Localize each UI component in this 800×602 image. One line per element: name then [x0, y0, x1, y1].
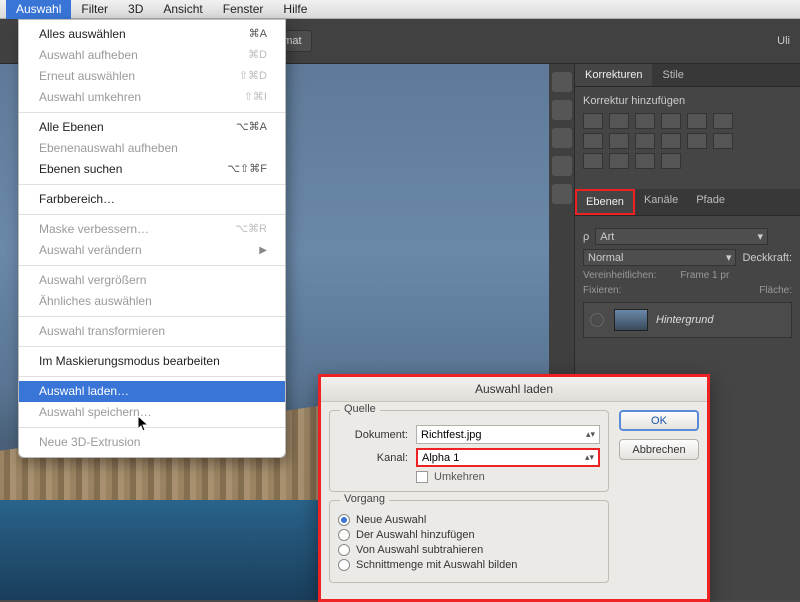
- adj-icon[interactable]: [609, 113, 629, 129]
- adj-icon[interactable]: [635, 113, 655, 129]
- menuitem-ebenen-suchen[interactable]: Ebenen suchen⌥⇧⌘F: [19, 159, 285, 180]
- tab-korrekturen[interactable]: Korrekturen: [575, 64, 652, 86]
- menuitem-auswahl-vergroessern: Auswahl vergrößern: [19, 270, 285, 291]
- adj-icon[interactable]: [583, 113, 603, 129]
- menuitem-alles-auswaehlen[interactable]: Alles auswählen⌘A: [19, 24, 285, 45]
- fieldset-quelle: Quelle Dokument: Richtfest.jpg▴▾ Kanal: …: [329, 410, 609, 492]
- layer-filter-select[interactable]: Art▾: [595, 228, 768, 245]
- menuitem-neue-3d-extrusion: Neue 3D-Extrusion: [19, 432, 285, 453]
- tab-kanaele[interactable]: Kanäle: [635, 189, 687, 215]
- username-label: Uli: [777, 35, 790, 47]
- menuitem-auswahl-laden[interactable]: Auswahl laden…: [19, 381, 285, 402]
- menu-auswahl[interactable]: Auswahl: [6, 0, 71, 19]
- corrections-body: Korrektur hinzufügen: [575, 87, 800, 181]
- menuitem-auswahl-speichern: Auswahl speichern…: [19, 402, 285, 423]
- adj-icon[interactable]: [661, 113, 681, 129]
- umkehren-checkbox[interactable]: Umkehren: [416, 471, 600, 483]
- corrections-tabs: Korrekturen Stile: [575, 64, 800, 87]
- vorgang-legend: Vorgang: [340, 493, 389, 505]
- radio-icon: [338, 544, 350, 556]
- dialog-title: Auswahl laden: [321, 377, 707, 402]
- menuitem-erneut-auswaehlen: Erneut auswählen⇧⌘D: [19, 66, 285, 87]
- adj-icon[interactable]: [713, 113, 733, 129]
- panel-icon[interactable]: [552, 100, 572, 120]
- adj-icon[interactable]: [687, 133, 707, 149]
- layer-thumbnail: [614, 309, 648, 331]
- adj-icon[interactable]: [635, 153, 655, 169]
- adj-icon[interactable]: [661, 133, 681, 149]
- unify-label: Vereinheitlichen:: [583, 270, 656, 281]
- fieldset-vorgang: Vorgang Neue Auswahl Der Auswahl hinzufü…: [329, 500, 609, 583]
- lock-label: Fixieren:: [583, 285, 621, 296]
- adj-icon[interactable]: [609, 133, 629, 149]
- menu-separator: [19, 184, 285, 185]
- dialog-auswahl-laden: Auswahl laden Quelle Dokument: Richtfest…: [318, 374, 710, 602]
- radio-schnittmenge[interactable]: Schnittmenge mit Auswahl bilden: [338, 559, 600, 571]
- menu-separator: [19, 346, 285, 347]
- checkbox-icon: [416, 471, 428, 483]
- menubar: Auswahl Filter 3D Ansicht Fenster Hilfe: [0, 0, 800, 19]
- ok-button[interactable]: OK: [619, 410, 699, 431]
- menuitem-auswahl-aufheben: Auswahl aufheben⌘D: [19, 45, 285, 66]
- blend-mode-select[interactable]: Normal▾: [583, 249, 736, 266]
- adj-icon[interactable]: [687, 113, 707, 129]
- menuitem-alle-ebenen[interactable]: Alle Ebenen⌥⌘A: [19, 117, 285, 138]
- menu-fenster[interactable]: Fenster: [213, 0, 274, 19]
- tab-stile[interactable]: Stile: [652, 64, 693, 86]
- cancel-button[interactable]: Abbrechen: [619, 439, 699, 460]
- menuitem-maskierungsmodus[interactable]: Im Maskierungsmodus bearbeiten: [19, 351, 285, 372]
- menuitem-auswahl-veraendern: Auswahl verändern▶: [19, 240, 285, 261]
- opacity-label: Deckkraft:: [742, 252, 792, 264]
- tab-ebenen[interactable]: Ebenen: [575, 189, 635, 215]
- quelle-legend: Quelle: [340, 403, 380, 415]
- panel-icon[interactable]: [552, 128, 572, 148]
- layer-name: Hintergrund: [656, 314, 713, 326]
- adj-icon[interactable]: [583, 133, 603, 149]
- radio-icon: [338, 514, 350, 526]
- kanal-select[interactable]: Alpha 1▴▾: [416, 448, 600, 467]
- radio-icon: [338, 559, 350, 571]
- menuitem-maske-verbessern: Maske verbessern…⌥⌘R: [19, 219, 285, 240]
- adj-icon[interactable]: [583, 153, 603, 169]
- adj-icon[interactable]: [635, 133, 655, 149]
- menuitem-farbbereich[interactable]: Farbbereich…: [19, 189, 285, 210]
- radio-icon: [338, 529, 350, 541]
- menu-3d[interactable]: 3D: [118, 0, 153, 19]
- radio-neue-auswahl[interactable]: Neue Auswahl: [338, 514, 600, 526]
- menu-ansicht[interactable]: Ansicht: [153, 0, 212, 19]
- adj-icon[interactable]: [661, 153, 681, 169]
- panel-icon[interactable]: [552, 156, 572, 176]
- layers-body: ρ Art▾ Normal▾ Deckkraft: Vereinheitlich…: [575, 216, 800, 346]
- panel-icon[interactable]: [552, 72, 572, 92]
- menuitem-aehnliches-auswaehlen: Ähnliches auswählen: [19, 291, 285, 312]
- radio-hinzufuegen[interactable]: Der Auswahl hinzufügen: [338, 529, 600, 541]
- tab-pfade[interactable]: Pfade: [687, 189, 734, 215]
- eye-icon[interactable]: [590, 313, 604, 327]
- menuitem-auswahl-transformieren: Auswahl transformieren: [19, 321, 285, 342]
- layers-tabs: Ebenen Kanäle Pfade: [575, 189, 800, 216]
- layer-row-background[interactable]: Hintergrund: [583, 302, 792, 338]
- menu-separator: [19, 427, 285, 428]
- dokument-label: Dokument:: [338, 429, 408, 441]
- panel-icon[interactable]: [552, 184, 572, 204]
- adj-icon[interactable]: [609, 153, 629, 169]
- kanal-label: Kanal:: [338, 452, 408, 464]
- radio-subtrahieren[interactable]: Von Auswahl subtrahieren: [338, 544, 600, 556]
- menuitem-auswahl-umkehren: Auswahl umkehren⇧⌘I: [19, 87, 285, 108]
- corrections-subtitle: Korrektur hinzufügen: [583, 95, 792, 107]
- menu-separator: [19, 214, 285, 215]
- menuitem-ebenenauswahl-aufheben: Ebenenauswahl aufheben: [19, 138, 285, 159]
- fill-label: Fläche:: [759, 285, 792, 296]
- auswahl-dropdown: Alles auswählen⌘A Auswahl aufheben⌘D Ern…: [18, 19, 286, 458]
- menu-separator: [19, 112, 285, 113]
- menu-separator: [19, 316, 285, 317]
- frame-label: Frame 1 pr: [680, 270, 729, 281]
- adj-icon[interactable]: [713, 133, 733, 149]
- menu-filter[interactable]: Filter: [71, 0, 118, 19]
- dokument-select[interactable]: Richtfest.jpg▴▾: [416, 425, 600, 444]
- layer-filter-label: ρ: [583, 231, 589, 243]
- menu-hilfe[interactable]: Hilfe: [273, 0, 317, 19]
- menu-separator: [19, 376, 285, 377]
- menu-separator: [19, 265, 285, 266]
